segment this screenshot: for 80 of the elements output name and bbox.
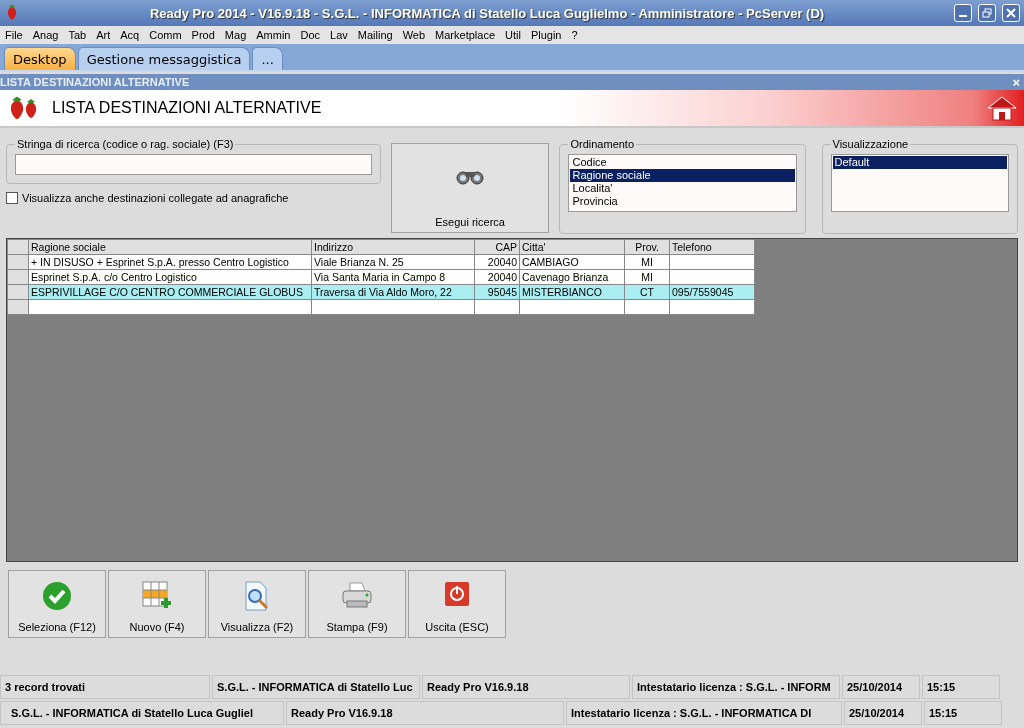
column-header[interactable]: Ragione sociale bbox=[28, 239, 312, 255]
menu-item[interactable]: Web bbox=[397, 29, 431, 41]
table-cell: Viale Brianza N. 25 bbox=[311, 254, 475, 270]
status-text: Ready Pro V16.9.18 bbox=[286, 701, 564, 725]
table-cell: CAMBIAGO bbox=[519, 254, 625, 270]
field-label: Stringa di ricerca (codice o rag. sociale) (F3) bbox=[16, 138, 235, 150]
window-title: Ready Pro 2014 - V16.9.18 - S.G.L. - INFORMATICA di Statello Luca Guglielmo - Amministratore - PcServer (D) bbox=[148, 5, 826, 21]
status-text: S.G.L. - INFORMATICA di Statello Luc bbox=[212, 675, 420, 699]
column-header[interactable]: CAP bbox=[474, 239, 520, 255]
table-cell: Cavenago Brianza bbox=[519, 269, 625, 285]
menu-item[interactable]: Doc bbox=[295, 29, 326, 41]
column-header[interactable]: Telefono bbox=[669, 239, 755, 255]
sort-list[interactable]: Codice Ragione sociale Localita' Provincia bbox=[568, 154, 797, 212]
close-button[interactable] bbox=[1002, 4, 1020, 22]
group-label: Visualizzazione bbox=[831, 138, 910, 150]
menu-item[interactable]: Plugin bbox=[525, 29, 567, 41]
list-item[interactable]: Ragione sociale bbox=[570, 169, 795, 182]
menu-item[interactable]: Mag bbox=[219, 29, 252, 41]
minimize-icon bbox=[959, 15, 967, 17]
list-item[interactable]: Codice bbox=[570, 156, 795, 169]
menu-item[interactable]: Mailing bbox=[352, 29, 398, 41]
menu-item[interactable]: Lav bbox=[325, 29, 353, 41]
tab[interactable]: Gestione messaggistica bbox=[77, 47, 251, 70]
table-cell: Via Santa Maria in Campo 8 bbox=[311, 269, 475, 285]
table-cell: MI bbox=[624, 254, 670, 270]
status-text: Intestatario licenza : S.G.L. - INFORM bbox=[632, 675, 840, 699]
status-text: 3 record trovati bbox=[0, 675, 210, 699]
status-text: 15:15 bbox=[924, 701, 1002, 725]
page-title: LISTA DESTINAZIONI ALTERNATIVE bbox=[52, 99, 323, 117]
close-icon bbox=[1006, 8, 1016, 18]
menu-item[interactable]: Tab bbox=[63, 29, 92, 41]
checkbox[interactable] bbox=[6, 192, 18, 204]
action-button[interactable]: Uscita (ESC) bbox=[408, 570, 506, 638]
check-icon bbox=[42, 581, 72, 611]
tab[interactable]: Desktop bbox=[4, 47, 76, 70]
menu-item[interactable]: Ammin bbox=[251, 29, 296, 41]
menu-item[interactable]: Anag bbox=[27, 29, 64, 41]
house-icon bbox=[986, 95, 1018, 121]
restore-button[interactable] bbox=[978, 4, 996, 22]
menu-item[interactable]: Comm bbox=[144, 29, 187, 41]
checkbox-label: Visualizza anche destinazioni collegate ad anagrafiche bbox=[22, 192, 289, 204]
table-cell: + IN DISUSO + Esprinet S.p.A. presso Centro Logistico bbox=[28, 254, 312, 270]
search-field[interactable] bbox=[15, 154, 372, 175]
menu-item[interactable]: Marketplace bbox=[430, 29, 500, 41]
column-header[interactable]: Citta' bbox=[519, 239, 625, 255]
status-text: 25/10/2014 bbox=[844, 701, 922, 725]
list-item[interactable]: Provincia bbox=[570, 195, 795, 208]
status-text: S.G.L. - INFORMATICA di Statello Luca Gugliel bbox=[0, 701, 284, 725]
minimize-button[interactable] bbox=[954, 4, 972, 22]
menu-item[interactable]: File bbox=[0, 29, 28, 41]
menu-item[interactable]: ? bbox=[566, 29, 583, 41]
column-header[interactable]: Indirizzo bbox=[311, 239, 475, 255]
power-icon bbox=[444, 581, 470, 607]
column-header[interactable]: Prov. bbox=[624, 239, 670, 255]
menu-item[interactable]: Util bbox=[500, 29, 526, 41]
menu-item[interactable]: Acq bbox=[115, 29, 145, 41]
view-list[interactable]: Default bbox=[830, 154, 1009, 212]
table-cell: MI bbox=[624, 269, 670, 285]
action-button[interactable]: Nuovo (F4) bbox=[108, 570, 206, 638]
action-button[interactable]: Visualizza (F2) bbox=[208, 570, 306, 638]
search-button[interactable]: Esegui ricerca bbox=[390, 143, 550, 233]
tab[interactable]: ... bbox=[252, 47, 283, 70]
list-item[interactable]: Default bbox=[832, 156, 1007, 169]
table-cell: 20040 bbox=[474, 254, 520, 270]
action-button[interactable]: Stampa (F9) bbox=[308, 570, 406, 638]
status-text: Intestatario licenza : S.G.L. - INFORMATICA DI bbox=[566, 701, 842, 725]
status-text: 15:15 bbox=[922, 675, 1000, 699]
table-cell: Esprinet S.p.A. c/o Centro Logistico bbox=[28, 269, 312, 285]
printer-icon bbox=[341, 581, 373, 611]
table-add-icon bbox=[142, 581, 172, 611]
panel-title: LISTA DESTINAZIONI ALTERNATIVE bbox=[0, 76, 190, 88]
status-text: 25/10/2014 bbox=[842, 675, 920, 699]
status-text: Ready Pro V16.9.18 bbox=[422, 675, 630, 699]
menu-item[interactable]: Art bbox=[91, 29, 116, 41]
group-label: Ordinamento bbox=[569, 138, 636, 150]
restore-icon bbox=[982, 8, 992, 18]
menu-item[interactable]: Prod bbox=[186, 29, 220, 41]
table-cell: 20040 bbox=[474, 269, 520, 285]
action-button[interactable]: Seleziona (F12) bbox=[8, 570, 106, 638]
list-item[interactable]: Localita' bbox=[570, 182, 795, 195]
